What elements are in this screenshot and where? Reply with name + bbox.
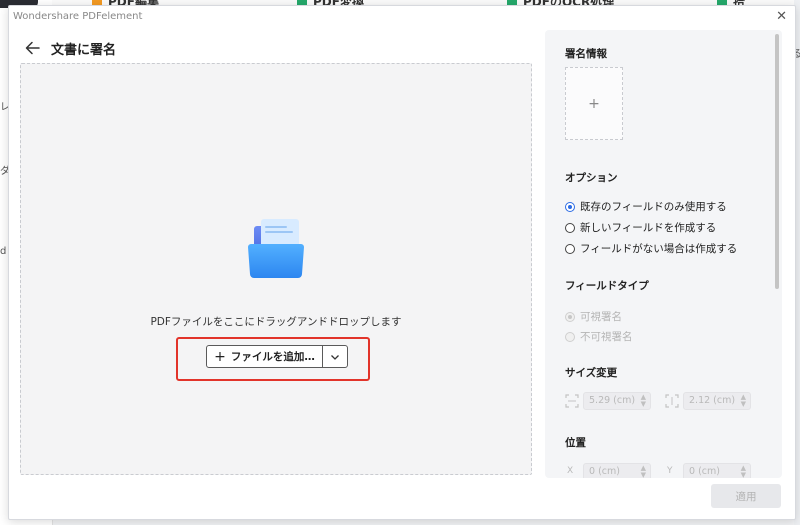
field-type-visible[interactable]: 可視署名 <box>565 309 622 324</box>
add-signature-box[interactable]: + <box>565 67 623 140</box>
y-position-input[interactable]: 0 (cm) ▲ ▼ <box>683 463 751 478</box>
dialog-titlebar: Wondershare PDFelement ✕ <box>9 6 795 28</box>
spinner-icon[interactable]: ▲ ▼ <box>641 394 646 408</box>
x-label: X <box>567 466 574 476</box>
spinner-icon[interactable]: ▲ ▼ <box>741 394 746 408</box>
spinner-icon[interactable]: ▲ ▼ <box>641 465 646 479</box>
add-file-main[interactable]: + ファイルを追加… <box>207 346 323 367</box>
panel-scrollbar[interactable] <box>775 34 779 289</box>
radio-icon <box>565 243 575 254</box>
background-sidebar-fragment: ダ <box>0 166 10 177</box>
radio-selected-icon <box>565 311 575 322</box>
apply-button[interactable]: 適用 <box>711 484 781 508</box>
plus-icon: + <box>588 95 600 112</box>
spinner-icon[interactable]: ▲ ▼ <box>741 465 746 479</box>
x-position-input[interactable]: 0 (cm) ▲ ▼ <box>583 463 651 478</box>
back-arrow-icon[interactable] <box>23 38 43 58</box>
add-file-label: ファイルを追加… <box>230 351 315 363</box>
page-title: 文書に署名 <box>51 43 117 58</box>
option-existing-fields[interactable]: 既存のフィールドのみ使用する <box>565 199 727 214</box>
option-new-fields[interactable]: 新しいフィールドを作成する <box>565 220 716 235</box>
width-input[interactable]: 5.29 (cm) ▲ ▼ <box>583 392 651 410</box>
drop-instruction: PDFファイルをここにドラッグアンドドロップします <box>150 316 402 328</box>
folder-icon <box>241 214 311 284</box>
radio-icon <box>565 331 575 342</box>
resize-heading: サイズ変更 <box>565 367 618 379</box>
options-heading: オプション <box>565 172 618 184</box>
height-resize-icon <box>665 394 679 408</box>
sign-document-dialog: Wondershare PDFelement ✕ 文書に署名 PDFファイルをこ… <box>8 5 796 520</box>
position-heading: 位置 <box>565 437 586 449</box>
background-sidebar-fragment: レ <box>0 102 10 113</box>
radio-selected-icon <box>565 201 575 212</box>
add-file-button[interactable]: + ファイルを追加… <box>206 345 348 368</box>
field-type-invisible[interactable]: 不可視署名 <box>565 329 633 344</box>
settings-panel: 署名情報 + オプション 既存のフィールドのみ使用する 新しいフィールドを作成す… <box>545 30 782 478</box>
file-drop-zone[interactable]: PDFファイルをここにドラッグアンドドロップします + ファイルを追加… <box>20 63 532 475</box>
app-title: Wondershare PDFelement <box>13 11 143 22</box>
radio-icon <box>565 222 575 233</box>
plus-icon: + <box>214 348 226 365</box>
width-resize-icon <box>565 394 579 408</box>
height-input[interactable]: 2.12 (cm) ▲ ▼ <box>683 392 751 410</box>
option-create-if-none[interactable]: フィールドがない場合は作成する <box>565 241 737 256</box>
signature-info-heading: 署名情報 <box>565 48 607 60</box>
y-label: Y <box>667 466 673 476</box>
chevron-down-icon[interactable] <box>323 346 347 367</box>
background-sidebar-fragment: d <box>0 246 7 257</box>
field-type-heading: フィールドタイプ <box>565 280 649 292</box>
close-icon[interactable]: ✕ <box>776 9 787 24</box>
